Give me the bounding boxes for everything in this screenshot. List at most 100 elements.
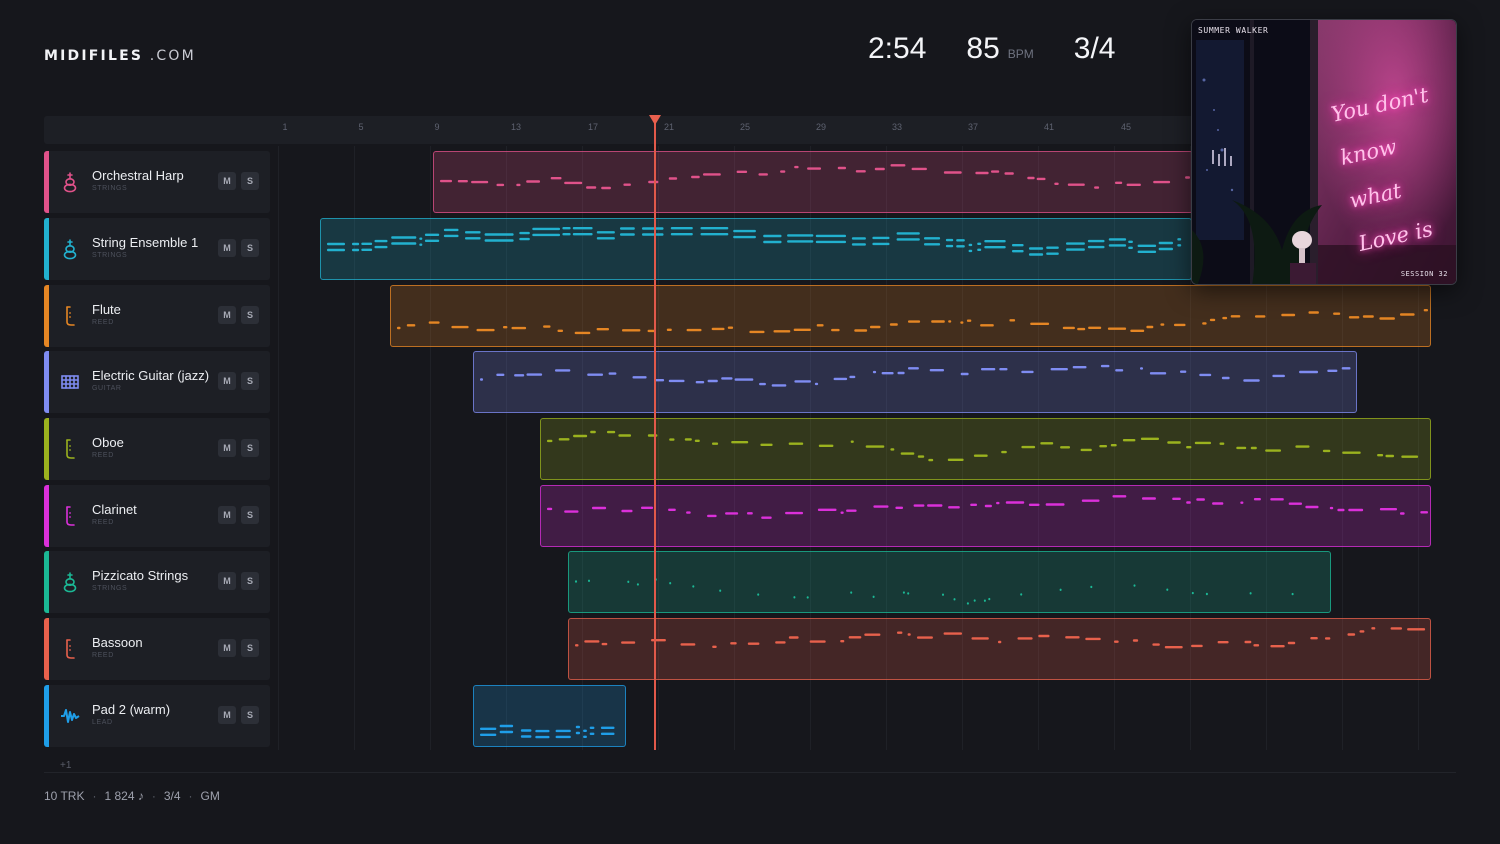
track-header[interactable]: Electric Guitar (jazz) GUITAR M S <box>44 351 270 413</box>
track-color-strip <box>44 485 49 547</box>
midi-clip[interactable] <box>473 685 626 747</box>
footer-summary: 10 TRK · 1 824 ♪ · 3/4 · GM <box>44 789 220 803</box>
ruler-tick-label: 41 <box>1043 122 1055 132</box>
track-color-strip <box>44 618 49 680</box>
track-color-strip <box>44 351 49 413</box>
track-category: REED <box>92 452 114 459</box>
track-name[interactable]: String Ensemble 1 <box>92 235 198 250</box>
mute-button[interactable]: M <box>218 372 236 390</box>
transport-readout: 2:54 85 BPM 3/4 <box>868 32 1116 66</box>
clip-notes <box>480 724 615 739</box>
guitar-fretboard-icon <box>60 371 80 393</box>
cover-artist: SUMMER WALKER <box>1198 26 1269 35</box>
track-name[interactable]: Electric Guitar (jazz) <box>92 368 209 383</box>
midi-standard: GM <box>200 789 220 803</box>
mute-button[interactable]: M <box>218 706 236 724</box>
solo-button[interactable]: S <box>241 172 259 190</box>
track-color-strip <box>44 218 49 280</box>
tempo-unit: BPM <box>1007 47 1034 61</box>
track-name[interactable]: Oboe <box>92 435 124 450</box>
mute-button[interactable]: M <box>218 239 236 257</box>
track-color-strip <box>44 151 49 213</box>
more-tracks-indicator[interactable]: +1 <box>60 760 71 771</box>
mute-button[interactable]: M <box>218 572 236 590</box>
track-name[interactable]: Pad 2 (warm) <box>92 702 170 717</box>
solo-button[interactable]: S <box>241 239 259 257</box>
midi-clip[interactable] <box>320 218 1192 280</box>
track-header[interactable]: Orchestral Harp STRINGS M S <box>44 151 270 213</box>
track-category: STRINGS <box>92 585 128 592</box>
clip-notes <box>327 227 1182 256</box>
track-header[interactable]: String Ensemble 1 STRINGS M S <box>44 218 270 280</box>
footer-meter: 3/4 <box>163 789 181 803</box>
clip-notes <box>397 309 1428 335</box>
midi-clip[interactable] <box>390 285 1431 347</box>
track-header[interactable]: Flute REED M S <box>44 285 270 347</box>
clip-notes <box>440 164 1190 190</box>
mute-button[interactable]: M <box>218 439 236 457</box>
solo-button[interactable]: S <box>241 572 259 590</box>
mute-button[interactable]: M <box>218 172 236 190</box>
grid-line <box>278 146 279 750</box>
track-header[interactable]: Oboe REED M S <box>44 418 270 480</box>
waveform-icon <box>60 705 80 727</box>
mute-button[interactable]: M <box>218 639 236 657</box>
track-name[interactable]: Flute <box>92 302 121 317</box>
solo-button[interactable]: S <box>241 439 259 457</box>
ruler-tick-label: 9 <box>434 122 440 132</box>
midi-clip[interactable] <box>568 551 1331 613</box>
logo-wordmark: MIDIFILES <box>44 48 144 64</box>
album-cover[interactable]: You don't know what Love is SUMMER WALKE… <box>1191 19 1457 285</box>
playhead-marker[interactable] <box>649 115 661 125</box>
playhead[interactable] <box>654 120 656 750</box>
ruler-tick-label: 37 <box>967 122 979 132</box>
solo-button[interactable]: S <box>241 372 259 390</box>
midi-clip[interactable] <box>540 485 1431 547</box>
ruler-tick-label: 13 <box>510 122 522 132</box>
harp-icon <box>60 171 80 193</box>
site-logo[interactable]: MIDIFILES .COM <box>44 48 196 64</box>
midi-clip[interactable] <box>473 351 1357 413</box>
track-category: REED <box>92 519 114 526</box>
solo-button[interactable]: S <box>241 639 259 657</box>
reed-icon <box>60 305 80 327</box>
track-color-strip <box>44 418 49 480</box>
reed-icon <box>60 438 80 460</box>
track-header[interactable]: Clarinet REED M S <box>44 485 270 547</box>
clip-notes <box>575 578 1294 605</box>
midi-clip[interactable] <box>568 618 1431 680</box>
solo-button[interactable]: S <box>241 306 259 324</box>
track-color-strip <box>44 551 49 613</box>
ruler-tick-label: 29 <box>815 122 827 132</box>
track-name[interactable]: Pizzicato Strings <box>92 568 188 583</box>
violin-icon <box>60 238 80 260</box>
tempo-value: 85 <box>966 32 1000 65</box>
track-category: LEAD <box>92 719 113 726</box>
ruler-tick-label: 45 <box>1120 122 1132 132</box>
midi-clip[interactable] <box>433 151 1193 213</box>
ruler-tick-label: 5 <box>358 122 364 132</box>
track-name[interactable]: Clarinet <box>92 502 137 517</box>
track-category: GUITAR <box>92 385 122 392</box>
track-header[interactable]: Bassoon REED M S <box>44 618 270 680</box>
ruler-tick-label: 1 <box>282 122 288 132</box>
track-header[interactable]: Pad 2 (warm) LEAD M S <box>44 685 270 747</box>
clip-notes <box>547 430 1419 462</box>
solo-button[interactable]: S <box>241 706 259 724</box>
time-signature: 3/4 <box>1073 32 1116 65</box>
logo-domain: .COM <box>149 48 196 64</box>
mute-button[interactable]: M <box>218 506 236 524</box>
song-duration: 2:54 <box>868 32 927 65</box>
solo-button[interactable]: S <box>241 506 259 524</box>
note-count: 1 824 ♪ <box>104 789 144 803</box>
track-category: STRINGS <box>92 252 128 259</box>
midi-clip[interactable] <box>540 418 1431 480</box>
track-name[interactable]: Orchestral Harp <box>92 168 184 183</box>
track-category: REED <box>92 652 114 659</box>
violin-icon <box>60 571 80 593</box>
mute-button[interactable]: M <box>218 306 236 324</box>
footer-divider <box>44 772 1456 773</box>
track-header[interactable]: Pizzicato Strings STRINGS M S <box>44 551 270 613</box>
track-name[interactable]: Bassoon <box>92 635 143 650</box>
cover-session: SESSION 32 <box>1400 270 1448 278</box>
